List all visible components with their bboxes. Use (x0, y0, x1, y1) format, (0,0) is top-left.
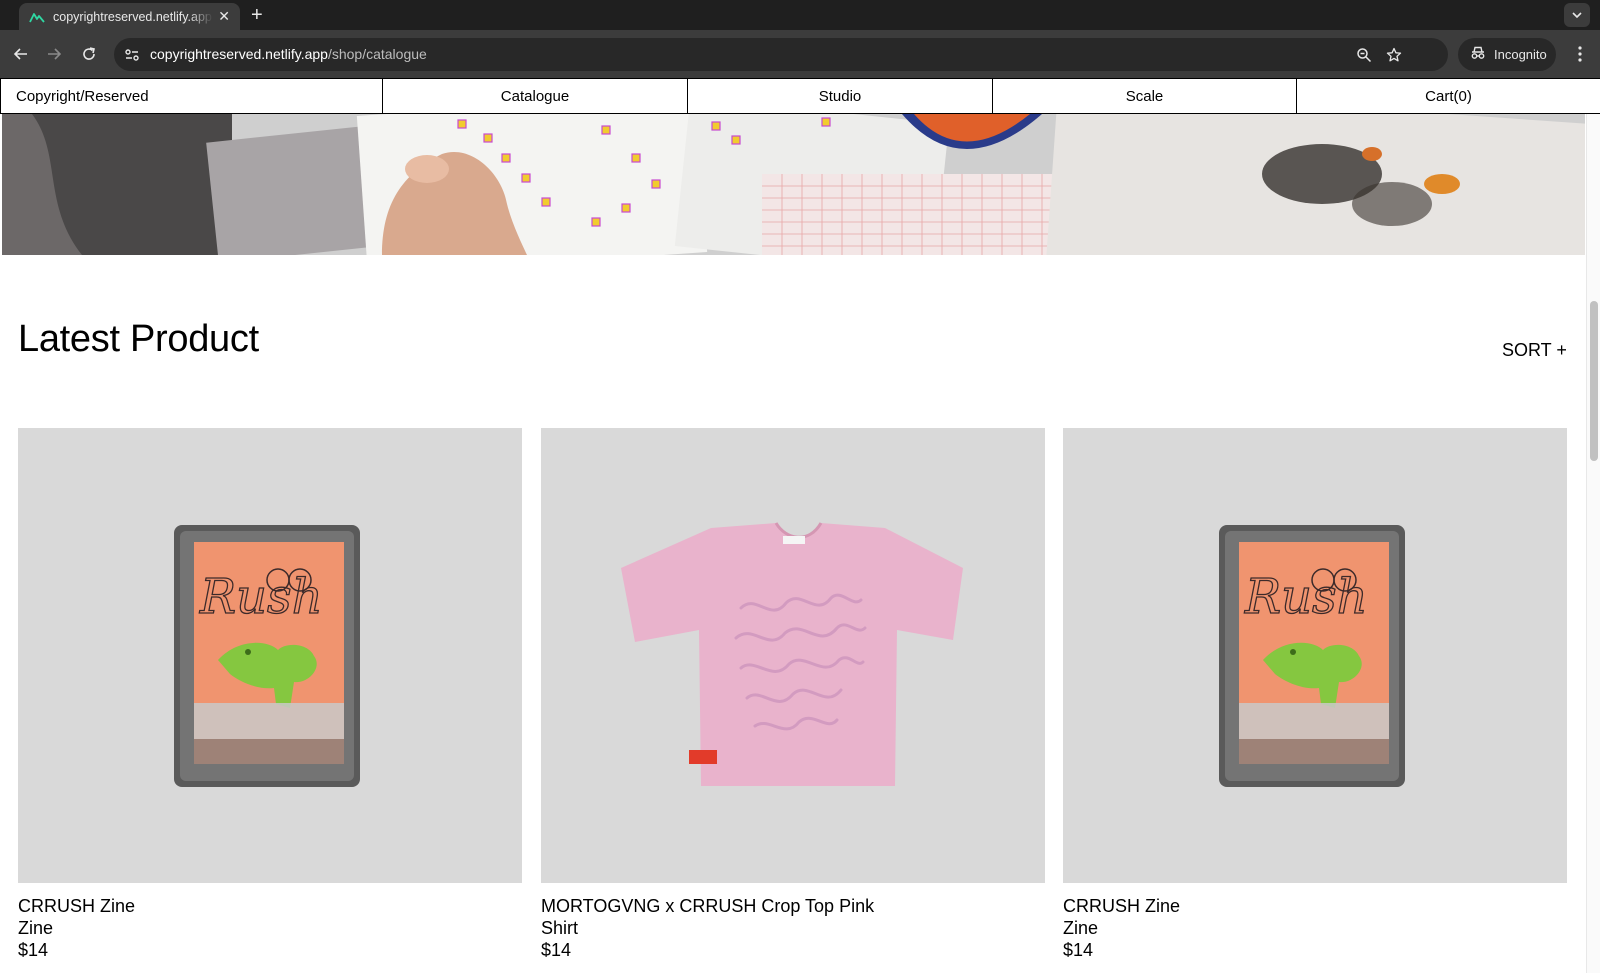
bookmark-star-icon[interactable] (1384, 45, 1404, 65)
new-tab-icon[interactable]: + (251, 4, 263, 26)
more-menu-icon[interactable] (1570, 44, 1590, 64)
product-image-zine[interactable]: Rush (1063, 428, 1567, 883)
url-path: /shop/catalogue (327, 46, 427, 62)
url-text[interactable]: copyrightreserved.netlify.app/shop/catal… (150, 46, 427, 62)
browser-tab-bar: copyrightreserved.netlify.app ✕ + (0, 0, 1600, 30)
product-card[interactable]: Rush CRRUSH Zine Zine $14 (18, 428, 522, 961)
product-name[interactable]: CRRUSH Zine (18, 895, 522, 917)
site-info-icon[interactable] (122, 45, 142, 65)
product-card[interactable]: Rush CRRUSH Zine Zine $14 (1063, 428, 1567, 961)
url-host: copyrightreserved.netlify.app (150, 46, 328, 62)
product-type: Zine (1063, 918, 1099, 938)
svg-text:Rush: Rush (1244, 569, 1368, 625)
product-name[interactable]: MORTOGVNG x CRRUSH Crop Top Pink (541, 895, 1045, 917)
tab-search-chevron-icon[interactable] (1564, 3, 1590, 27)
close-tab-icon[interactable]: ✕ (218, 8, 230, 24)
forward-arrow-icon[interactable] (44, 44, 64, 64)
nav-studio-link[interactable]: Studio (687, 79, 992, 113)
nav-catalogue-link[interactable]: Catalogue (382, 79, 687, 113)
svg-text:Rush: Rush (199, 569, 323, 625)
scrollbar-thumb[interactable] (1590, 301, 1598, 461)
zoom-icon[interactable] (1354, 45, 1374, 65)
product-type: Shirt (541, 918, 579, 938)
incognito-icon (1470, 46, 1486, 63)
product-type: Zine (18, 918, 54, 938)
browser-toolbar: copyrightreserved.netlify.app/shop/catal… (0, 30, 1600, 78)
nav-home-link[interactable]: Copyright/Reserved (0, 79, 382, 113)
incognito-indicator[interactable]: Incognito (1458, 38, 1556, 71)
nav-scale-link[interactable]: Scale (992, 79, 1296, 113)
product-card[interactable]: MORTOGVNG x CRRUSH Crop Top Pink Shirt $… (541, 428, 1045, 961)
reload-icon[interactable] (79, 44, 99, 64)
netlify-favicon-icon (29, 9, 45, 25)
address-bar[interactable]: copyrightreserved.netlify.app/shop/catal… (114, 38, 1448, 71)
product-name[interactable]: CRRUSH Zine (1063, 895, 1567, 917)
hero-collage-image (2, 114, 1585, 255)
product-image-shirt[interactable] (541, 428, 1045, 883)
page-scrollbar[interactable] (1586, 114, 1600, 973)
tab-title: copyrightreserved.netlify.app (53, 9, 212, 24)
section-title: Latest Product (18, 318, 259, 360)
product-price: $14 (18, 940, 49, 960)
incognito-label: Incognito (1494, 47, 1547, 62)
product-price: $14 (1063, 940, 1094, 960)
product-price: $14 (541, 940, 572, 960)
back-arrow-icon[interactable] (11, 44, 31, 64)
nav-cart-link[interactable]: Cart(0) (1296, 79, 1600, 113)
product-image-zine[interactable]: Rush (18, 428, 522, 883)
site-nav: Copyright/Reserved Catalogue Studio Scal… (0, 78, 1600, 114)
page-viewport: Copyright/Reserved Catalogue Studio Scal… (0, 78, 1600, 973)
sort-button[interactable]: SORT + (1502, 340, 1567, 361)
browser-tab[interactable]: copyrightreserved.netlify.app ✕ (19, 3, 240, 30)
